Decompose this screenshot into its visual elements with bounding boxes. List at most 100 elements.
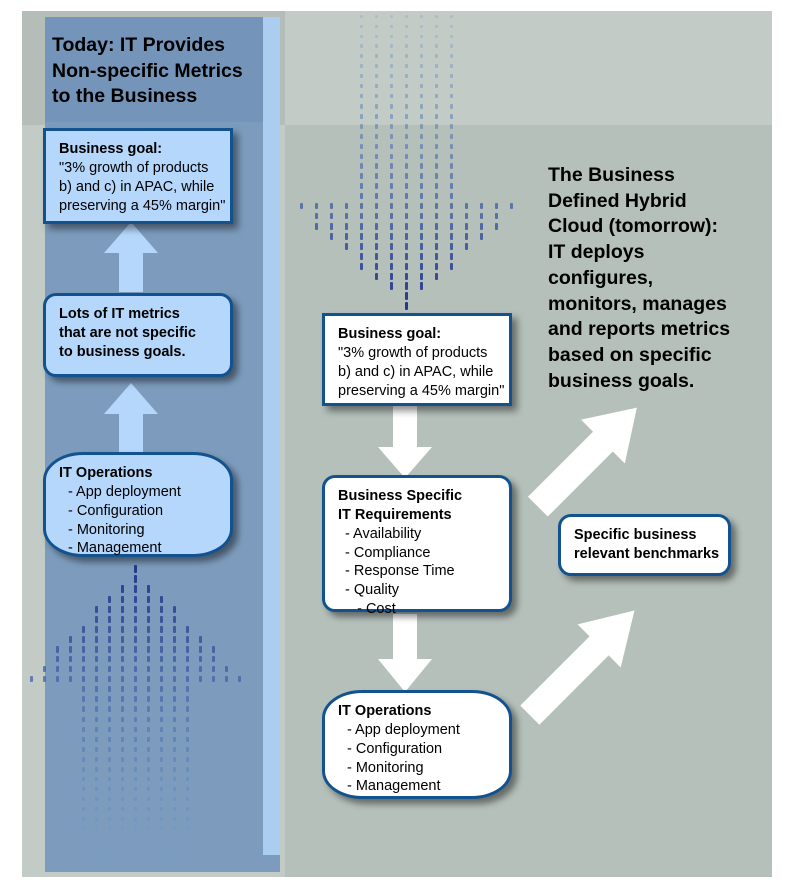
dotted-arrow-pixel xyxy=(225,676,228,682)
dotted-arrow-pixel xyxy=(360,54,363,58)
dotted-arrow-pixel xyxy=(405,74,408,78)
dotted-arrow-pixel xyxy=(108,595,111,603)
dotted-arrow-pixel xyxy=(450,252,453,260)
dotted-arrow-pixel xyxy=(134,656,137,662)
dotted-arrow-pixel xyxy=(186,645,189,653)
dotted-arrow-pixel xyxy=(108,605,111,613)
center-it-operations-box[interactable]: IT Operations - App deployment - Configu… xyxy=(322,690,512,799)
dotted-arrow-pixel xyxy=(450,133,453,139)
dotted-arrow-pixel xyxy=(173,666,176,672)
benchmarks-line-2: relevant benchmarks xyxy=(574,545,720,562)
dotted-arrow-pixel xyxy=(108,847,111,851)
dotted-arrow-pixel xyxy=(420,64,423,68)
dotted-arrow-pixel xyxy=(173,676,176,682)
dotted-arrow-pixel xyxy=(360,203,363,209)
dotted-arrow-pixel xyxy=(160,756,163,762)
dotted-arrow-pixel xyxy=(390,213,393,219)
dotted-arrow-pixel xyxy=(95,716,98,722)
dotted-arrow-pixel xyxy=(147,756,150,762)
dotted-arrow-pixel xyxy=(121,615,124,623)
dotted-arrow-pixel xyxy=(435,123,438,129)
dotted-arrow-pixel xyxy=(435,143,438,149)
dotted-arrow-pixel xyxy=(186,696,189,702)
down-arrow-requirements-to-operations xyxy=(376,614,434,692)
dotted-arrow-pixel xyxy=(450,54,453,58)
dotted-arrow-pixel xyxy=(405,183,408,189)
dotted-arrow-pixel xyxy=(360,123,363,129)
dotted-arrow-pixel xyxy=(360,222,363,230)
dotted-arrow-pixel xyxy=(390,262,393,270)
dotted-arrow-pixel xyxy=(121,777,124,781)
dotted-arrow-pixel xyxy=(390,203,393,209)
dotted-arrow-pixel xyxy=(405,242,408,250)
dotted-arrow-pixel xyxy=(134,827,137,831)
dotted-arrow-pixel xyxy=(108,837,111,841)
dotted-arrow-pixel xyxy=(420,54,423,58)
dotted-arrow-pixel xyxy=(121,605,124,613)
dotted-arrow-pixel xyxy=(450,143,453,149)
dotted-arrow-pixel xyxy=(121,827,124,831)
dotted-arrow-pixel xyxy=(390,34,393,38)
dotted-arrow-pixel xyxy=(147,827,150,831)
dotted-arrow-pixel xyxy=(360,133,363,139)
dotted-arrow-pixel xyxy=(121,756,124,762)
dotted-arrow-pixel xyxy=(390,143,393,149)
dotted-arrow-pixel xyxy=(405,252,408,260)
center-business-goal-box[interactable]: Business goal: "3% growth of products b)… xyxy=(322,313,512,406)
dotted-arrow-pixel xyxy=(435,54,438,58)
dotted-arrow-pixel xyxy=(360,143,363,149)
left-business-goal-box[interactable]: Business goal: "3% growth of products b)… xyxy=(43,128,233,224)
dotted-arrow-pixel xyxy=(121,666,124,672)
dotted-arrow-pixel xyxy=(95,615,98,623)
dotted-arrow-pixel xyxy=(390,282,393,290)
dotted-arrow-pixel xyxy=(360,94,363,98)
dotted-arrow-pixel xyxy=(405,203,408,209)
dotted-arrow-pixel xyxy=(134,847,137,851)
dotted-arrow-pixel xyxy=(450,84,453,88)
dotted-arrow-pixel xyxy=(69,666,72,672)
dotted-arrow-pixel xyxy=(420,173,423,179)
dotted-arrow-pixel xyxy=(390,133,393,139)
dotted-arrow-pixel xyxy=(56,666,59,672)
dotted-arrow-pixel xyxy=(147,807,150,811)
dotted-arrow-pixel xyxy=(121,847,124,851)
dotted-arrow-pixel xyxy=(160,726,163,732)
dotted-arrow-pixel xyxy=(160,716,163,722)
dotted-arrow-pixel xyxy=(173,686,176,692)
dotted-arrow-pixel xyxy=(390,183,393,189)
benchmarks-line-1: Specific business xyxy=(574,527,697,543)
dotted-arrow-pixel xyxy=(405,64,408,68)
dotted-arrow-pixel xyxy=(375,242,378,250)
dotted-arrow-pixel xyxy=(420,133,423,139)
center-business-goal-line-3: preserving a 45% margin" xyxy=(338,382,505,399)
benchmarks-box[interactable]: Specific business relevant benchmarks xyxy=(558,514,731,576)
dotted-arrow-pixel xyxy=(160,645,163,653)
dotted-arrow-pixel xyxy=(160,817,163,821)
center-it-requirements-box[interactable]: Business Specific IT Requirements - Avai… xyxy=(322,475,512,617)
dotted-arrow-pixel xyxy=(160,696,163,702)
center-it-requirements-item-5: - Cost xyxy=(345,601,396,618)
dotted-arrow-pixel xyxy=(390,173,393,179)
dotted-arrow-pixel xyxy=(147,605,150,613)
dotted-arrow-pixel xyxy=(82,817,85,821)
left-it-operations-box[interactable]: IT Operations - App deployment - Configu… xyxy=(43,452,233,557)
dotted-arrow-pixel xyxy=(147,847,150,851)
dotted-arrow-pixel xyxy=(95,787,98,791)
dotted-arrow-pixel xyxy=(199,635,202,643)
dotted-arrow-pixel xyxy=(450,24,453,28)
left-it-metrics-box[interactable]: Lots of IT metrics that are not specific… xyxy=(43,293,233,377)
dotted-arrow-pixel xyxy=(300,203,303,209)
dotted-arrow-pixel xyxy=(82,756,85,762)
dotted-arrow-pixel xyxy=(465,203,468,209)
dotted-arrow-pixel xyxy=(450,113,453,119)
center-it-operations-item-4: - Management xyxy=(347,778,441,795)
dotted-arrow-pixel xyxy=(82,807,85,811)
center-it-operations-item-2: - Configuration xyxy=(347,740,443,757)
dotted-arrow-pixel xyxy=(108,686,111,692)
dotted-arrow-pixel xyxy=(360,34,363,38)
dotted-arrow-pixel xyxy=(375,252,378,260)
dotted-arrow-pixel xyxy=(450,74,453,78)
dotted-arrow-pixel xyxy=(108,777,111,781)
dotted-arrow-pixel xyxy=(375,84,378,88)
dotted-arrow-pixel xyxy=(121,645,124,653)
